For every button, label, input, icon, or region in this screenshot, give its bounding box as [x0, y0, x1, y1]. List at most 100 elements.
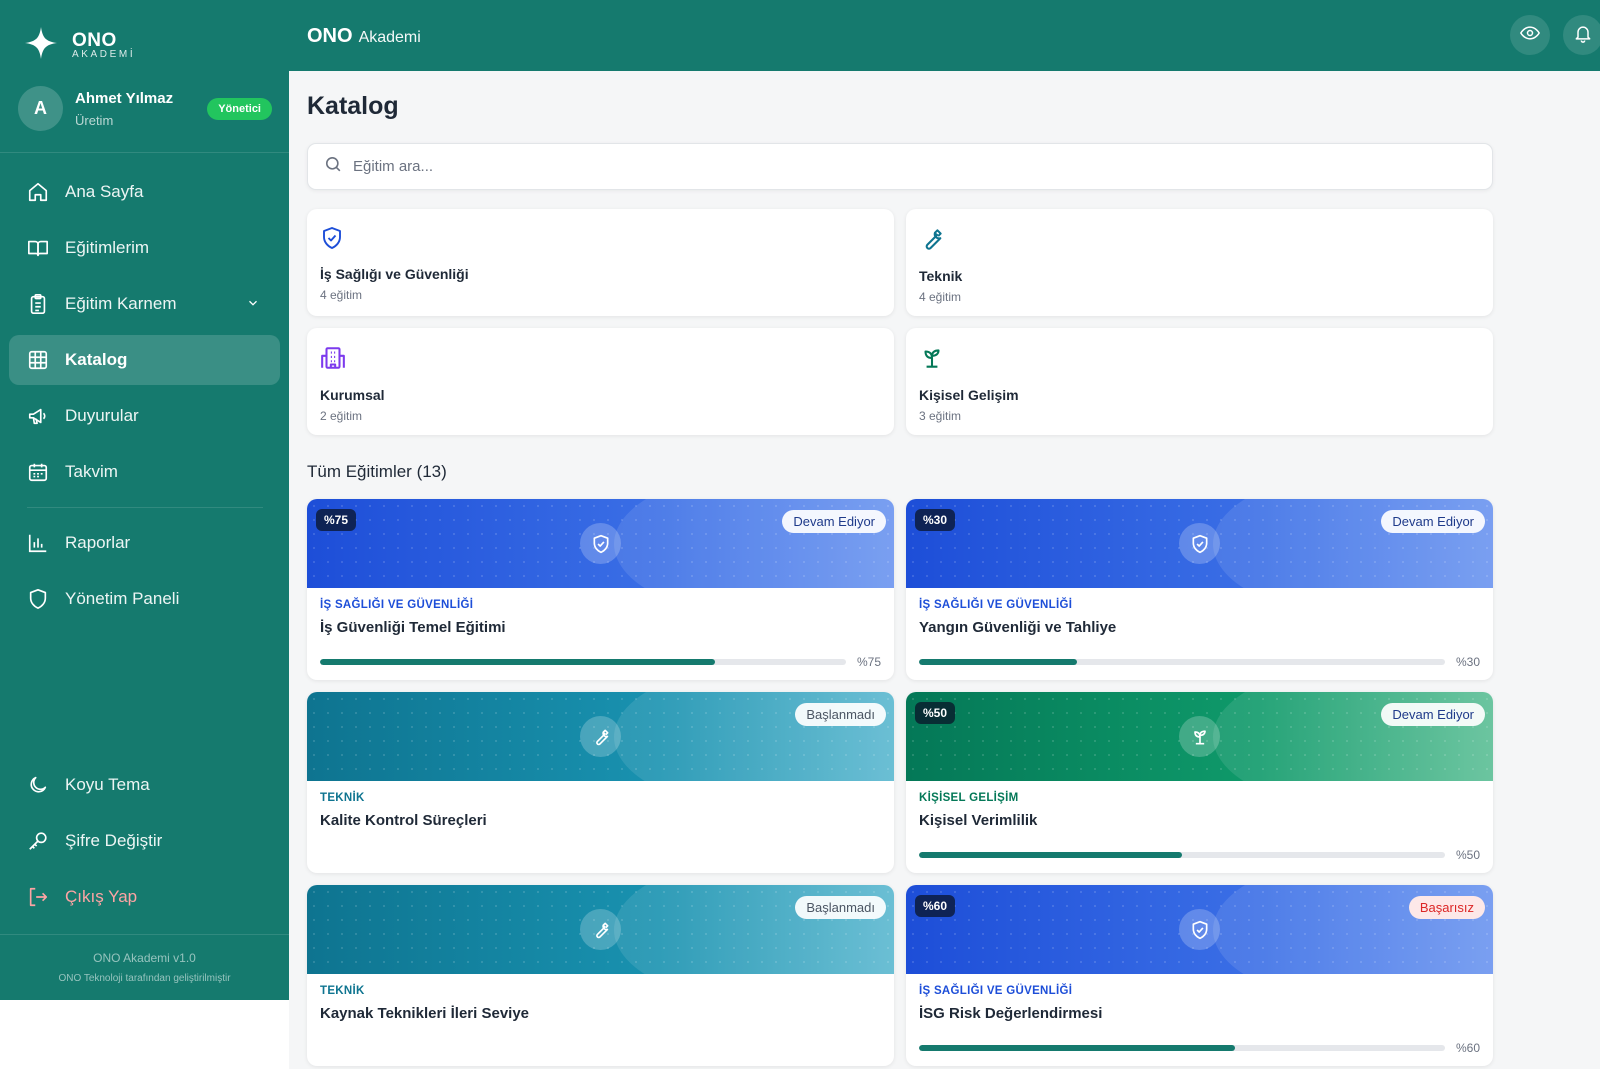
sidebar-item-calendar[interactable]: Takvim [9, 447, 280, 497]
category-name: Kişisel Gelişim [919, 387, 1019, 403]
course-category: TEKNİK [320, 985, 365, 997]
wrench-icon [919, 229, 945, 256]
sidebar-item-label: Duyurular [65, 406, 139, 425]
user-department: Üretim [75, 112, 114, 128]
avatar: A [18, 86, 63, 131]
chevron-down-icon[interactable] [246, 295, 260, 315]
brand-subtitle: AKADEMİ [72, 48, 136, 60]
course-title: Kalite Kontrol Süreçleri [320, 812, 487, 829]
page-title: Katalog [307, 92, 399, 120]
clipboard-icon [27, 293, 49, 315]
course-title: İSG Risk Değerlendirmesi [919, 1005, 1103, 1022]
developer-credit: ONO Teknoloji tarafından geliştirilmişti… [58, 973, 231, 984]
progress-bar: %30 [919, 655, 1480, 669]
progress-badge: %75 [316, 509, 357, 531]
sidebar-item-my-trainings[interactable]: Eğitimlerim [9, 223, 280, 273]
status-badge: Başarısız [1408, 896, 1485, 919]
brand-logo[interactable]: ONO AKADEMİ [24, 26, 135, 65]
category-card-corporate[interactable]: Kurumsal 2 eğitim [307, 328, 894, 435]
course-card[interactable]: %60 Başarısız İŞ SAĞLIĞI VE GÜVENLİĞİ İS… [906, 885, 1493, 1066]
course-category: İŞ SAĞLIĞI VE GÜVENLİĞİ [919, 599, 1073, 611]
divider [27, 507, 263, 508]
home-icon [27, 181, 49, 203]
eye-icon [1519, 23, 1541, 48]
shield-icon [1179, 909, 1220, 950]
sidebar-item-label: Yönetim Paneli [65, 589, 180, 608]
shield-check-icon [320, 227, 344, 254]
course-title: Yangın Güvenliği ve Tahliye [919, 619, 1117, 636]
category-card-personal-development[interactable]: Kişisel Gelişim 3 eğitim [906, 328, 1493, 435]
progress-label: %60 [1455, 1041, 1480, 1055]
category-name: İş Sağlığı ve Güvenliği [320, 266, 469, 282]
progress-bar: %60 [919, 1041, 1480, 1055]
shield-icon [580, 523, 621, 564]
sidebar-item-catalog[interactable]: Katalog [9, 335, 280, 385]
progress-label: %30 [1455, 655, 1480, 669]
progress-label: %50 [1455, 848, 1480, 862]
grid-icon [27, 349, 49, 371]
progress-bar: %50 [919, 848, 1480, 862]
dark-theme-toggle[interactable]: Koyu Tema [9, 760, 280, 810]
category-card-technical[interactable]: Teknik 4 eğitim [906, 209, 1493, 316]
shield-icon [1179, 523, 1220, 564]
sidebar-item-home[interactable]: Ana Sayfa [9, 167, 280, 217]
sidebar-item-label: Çıkış Yap [65, 887, 138, 906]
course-card[interactable]: Başlanmadı TEKNİK Kaynak Teknikleri İler… [307, 885, 894, 1066]
sprout-icon [919, 349, 945, 375]
sidebar-item-reports[interactable]: Raporlar [9, 518, 280, 568]
status-badge: Devam Ediyor [782, 510, 886, 533]
sparkle-icon [24, 26, 58, 65]
search-icon [324, 155, 343, 179]
calendar-icon [27, 461, 49, 483]
sidebar-item-label: Katalog [65, 350, 128, 369]
change-password-button[interactable]: Şifre Değiştir [9, 816, 280, 866]
progress-badge: %60 [915, 895, 956, 917]
category-count: 2 eğitim [320, 409, 363, 423]
progress-bar: %75 [320, 655, 881, 669]
course-card[interactable]: %30 Devam Ediyor İŞ SAĞLIĞI VE GÜVENLİĞİ… [906, 499, 1493, 680]
course-category: İŞ SAĞLIĞI VE GÜVENLİĞİ [919, 985, 1073, 997]
header-brand: ONO Akademi [307, 25, 421, 48]
sidebar-item-admin-panel[interactable]: Yönetim Paneli [9, 574, 280, 624]
sidebar-item-announcements[interactable]: Duyurular [9, 391, 280, 441]
progress-badge: %30 [915, 509, 956, 531]
course-banner: Başlanmadı [307, 885, 894, 974]
sidebar-footer: ONO Akademi v1.0 ONO Teknoloji tarafında… [0, 951, 289, 984]
bar-chart-icon [27, 532, 49, 554]
course-card[interactable]: Başlanmadı TEKNİK Kalite Kontrol Süreçle… [307, 692, 894, 873]
logout-button[interactable]: Çıkış Yap [9, 872, 280, 922]
sidebar-item-label: Eğitim Karnem [65, 294, 177, 313]
course-card[interactable]: %50 Devam Ediyor KİŞİSEL GELİŞİM Kişisel… [906, 692, 1493, 873]
sidebar-item-report-card[interactable]: Eğitim Karnem [9, 279, 280, 329]
wrench-icon [580, 716, 621, 757]
notifications-button[interactable] [1563, 15, 1600, 55]
header-brand-name: Akademi [358, 29, 421, 46]
divider [0, 934, 289, 935]
search-box[interactable] [307, 143, 1493, 190]
course-banner: %75 Devam Ediyor [307, 499, 894, 588]
user-profile[interactable]: A Ahmet Yılmaz Üretim Yönetici [18, 86, 272, 131]
status-badge: Devam Ediyor [1381, 510, 1485, 533]
header-brand-bold: ONO [307, 25, 353, 47]
sidebar-item-label: Şifre Değiştir [65, 831, 163, 850]
sidebar-item-label: Koyu Tema [65, 775, 150, 794]
app-version: ONO Akademi v1.0 [93, 951, 196, 965]
wrench-icon [580, 909, 621, 950]
course-category: TEKNİK [320, 792, 365, 804]
sidebar-item-label: Ana Sayfa [65, 182, 144, 201]
course-category: KİŞİSEL GELİŞİM [919, 792, 1019, 804]
progress-label: %75 [856, 655, 881, 669]
status-badge: Başlanmadı [795, 703, 886, 726]
search-input[interactable] [353, 158, 1453, 175]
preview-button[interactable] [1510, 15, 1550, 55]
category-name: Teknik [919, 268, 963, 284]
status-badge: Devam Ediyor [1381, 703, 1485, 726]
course-title: Kişisel Verimlilik [919, 812, 1038, 829]
course-title: İş Güvenliği Temel Eğitimi [320, 619, 506, 636]
category-count: 4 eğitim [320, 288, 363, 302]
book-open-icon [27, 237, 49, 259]
course-card[interactable]: %75 Devam Ediyor İŞ SAĞLIĞI VE GÜVENLİĞİ… [307, 499, 894, 680]
course-category: İŞ SAĞLIĞI VE GÜVENLİĞİ [320, 599, 474, 611]
category-card-isg[interactable]: İş Sağlığı ve Güvenliği 4 eğitim [307, 209, 894, 316]
bell-icon [1573, 23, 1593, 48]
